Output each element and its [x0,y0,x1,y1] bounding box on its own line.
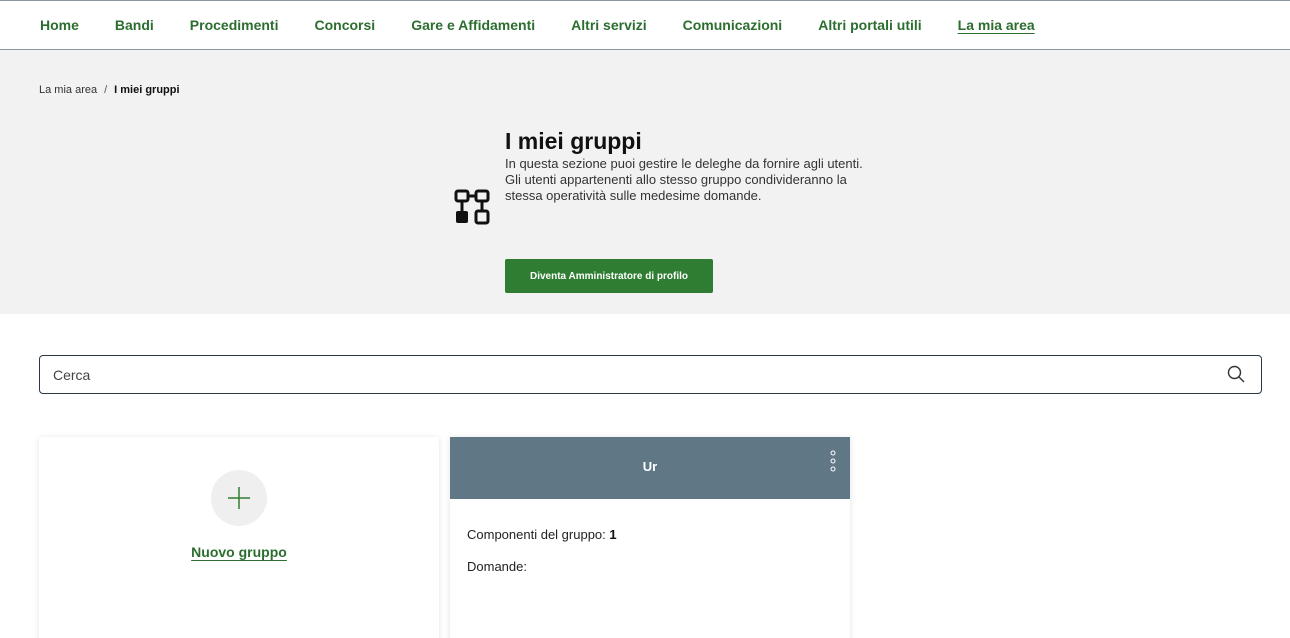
nav-item-gare-affidamenti[interactable]: Gare e Affidamenti [411,17,535,33]
more-options-icon[interactable] [829,449,837,473]
nav-item-concorsi[interactable]: Concorsi [315,17,376,33]
page-header: La mia area / I miei gruppi I miei gruppi … [0,50,1290,314]
page-description-gruppo: Gli utenti appartenenti allo stesso grup… [505,172,847,203]
breadcrumb-link-la-mia-area[interactable]: La mia area [39,84,97,96]
main-navigation: Home Bandi Procedimenti Concorsi Gare e … [0,0,1290,50]
group-card[interactable]: Ur Componenti del gruppo: 1 Domande: [450,437,850,638]
new-group-link[interactable]: Nuovo gruppo [39,544,439,560]
new-group-card: Nuovo gruppo [39,437,439,638]
add-group-button[interactable] [211,470,267,526]
members-count: 1 [609,527,617,542]
group-requests-info: Domande: [467,559,527,574]
nav-item-comunicazioni[interactable]: Comunicazioni [683,17,783,33]
members-label: Componenti del gruppo: [467,527,606,542]
group-card-header: Ur [450,437,850,499]
groups-diagram-icon [454,189,490,225]
breadcrumb-current: I miei gruppi [114,84,180,96]
page-description-deleghe: In questa sezione puoi gestire le delegh… [505,156,863,171]
page-intro: I miei gruppi In questa sezione puoi ges… [505,126,865,204]
search-bar [39,355,1262,394]
group-members-info: Componenti del gruppo: 1 [467,527,617,542]
nav-item-home[interactable]: Home [40,17,79,33]
nav-item-altri-servizi[interactable]: Altri servizi [571,17,646,33]
group-name: Ur [642,459,658,474]
become-admin-button[interactable]: Diventa Amministratore di profilo [505,259,713,293]
search-input[interactable] [53,356,1213,393]
nav-item-procedimenti[interactable]: Procedimenti [190,17,279,33]
nav-item-altri-portali[interactable]: Altri portali utili [818,17,921,33]
requests-label: Domande: [467,559,527,574]
breadcrumb-separator: / [104,84,108,96]
nav-item-la-mia-area[interactable]: La mia area [958,17,1035,33]
nav-item-bandi[interactable]: Bandi [115,17,154,33]
breadcrumb: La mia area / I miei gruppi [39,84,180,96]
plus-icon [228,487,250,509]
page-title: I miei gruppi [505,128,642,154]
search-icon[interactable] [1227,365,1245,383]
